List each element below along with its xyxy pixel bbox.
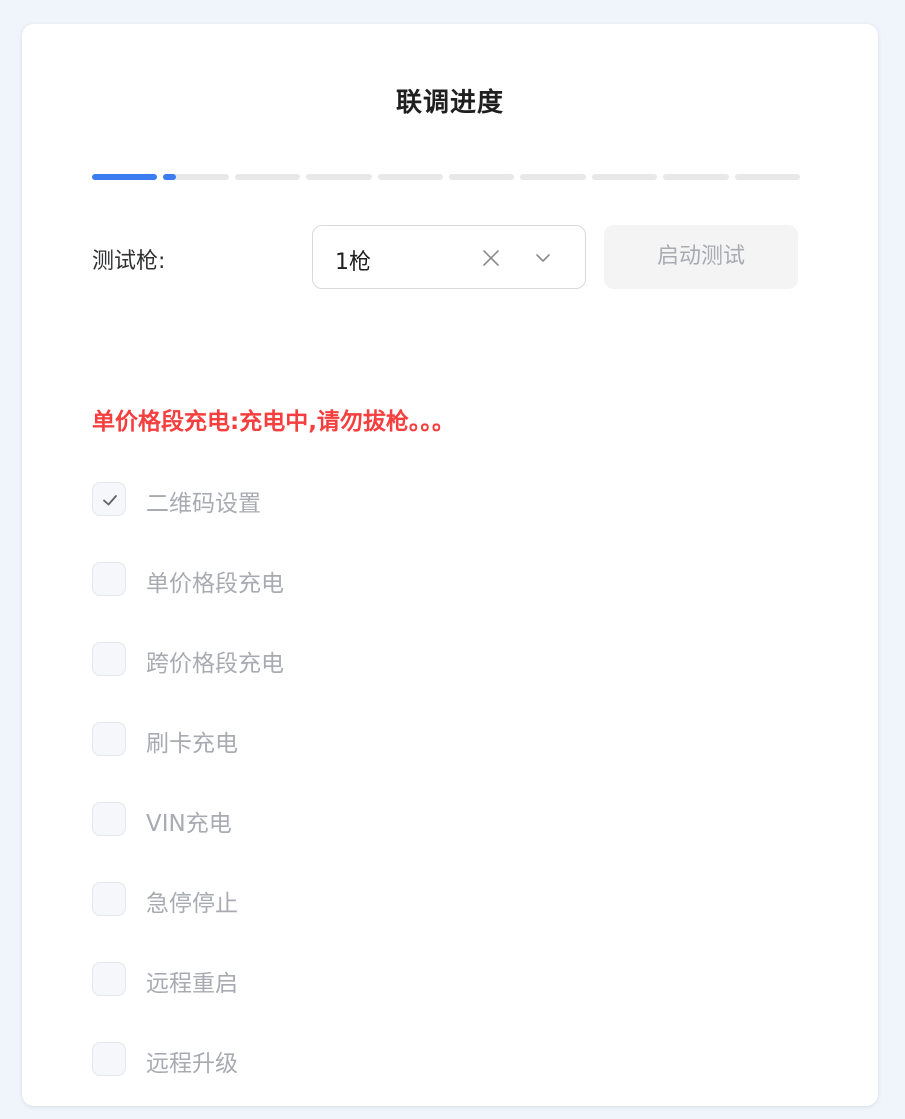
checklist-item-label: 远程重启 (146, 971, 238, 997)
checklist-item[interactable]: 远程重启 (92, 960, 692, 1000)
progress-segment (234, 174, 301, 180)
page-title: 联调进度 (395, 88, 504, 118)
close-icon[interactable] (481, 248, 501, 268)
progress-segment-fill (163, 174, 177, 180)
chevron-down-icon[interactable] (533, 248, 553, 268)
joint-debug-panel: 联调进度 测试枪: 1枪 启动测试 单价格段充电:充电中,请勿拔枪。。。 二维码… (22, 24, 878, 1106)
checklist-item-label: 急停停止 (146, 891, 238, 917)
checkbox[interactable] (92, 642, 126, 676)
test-gun-select-value: 1枪 (335, 250, 371, 275)
test-gun-label: 测试枪: (92, 249, 166, 274)
progress-segment (377, 174, 443, 180)
checklist-item[interactable]: VIN充电 (92, 800, 692, 840)
checklist-item[interactable]: 跨价格段充电 (92, 640, 692, 680)
checklist-item[interactable]: 远程升级 (92, 1040, 692, 1080)
checkbox[interactable] (92, 1042, 126, 1076)
checkbox[interactable] (92, 882, 126, 916)
checklist-item-label: 二维码设置 (146, 491, 261, 517)
check-icon (103, 495, 117, 506)
checklist-item-label: 单价格段充电 (146, 571, 284, 597)
progress-bar (92, 174, 800, 180)
checklist-item-label: 跨价格段充电 (146, 651, 284, 677)
checkbox[interactable] (92, 962, 126, 996)
checklist-item-label: VIN充电 (146, 811, 232, 837)
checklist-item-label: 远程升级 (146, 1051, 238, 1077)
progress-segment (449, 174, 515, 180)
progress-segment (663, 174, 729, 180)
checkbox[interactable] (92, 562, 126, 596)
progress-segment (591, 174, 658, 180)
checklist-item[interactable]: 二维码设置 (92, 480, 692, 520)
checklist-item[interactable]: 刷卡充电 (92, 720, 692, 760)
checkbox[interactable] (92, 722, 126, 756)
progress-segment (734, 174, 800, 180)
progress-segment (520, 174, 586, 180)
test-gun-select[interactable]: 1枪 (312, 225, 586, 289)
checkbox[interactable] (92, 802, 126, 836)
checklist-item[interactable]: 单价格段充电 (92, 560, 692, 600)
status-message: 单价格段充电:充电中,请勿拔枪。。。 (92, 409, 455, 435)
progress-segment-fill (92, 174, 158, 180)
test-gun-row: 测试枪: 1枪 启动测试 (92, 225, 800, 289)
checkbox[interactable] (92, 482, 126, 516)
progress-segment (306, 174, 372, 180)
start-test-button[interactable]: 启动测试 (604, 225, 798, 289)
checklist-item-label: 刷卡充电 (146, 731, 238, 757)
checklist-item[interactable]: 急停停止 (92, 880, 692, 920)
